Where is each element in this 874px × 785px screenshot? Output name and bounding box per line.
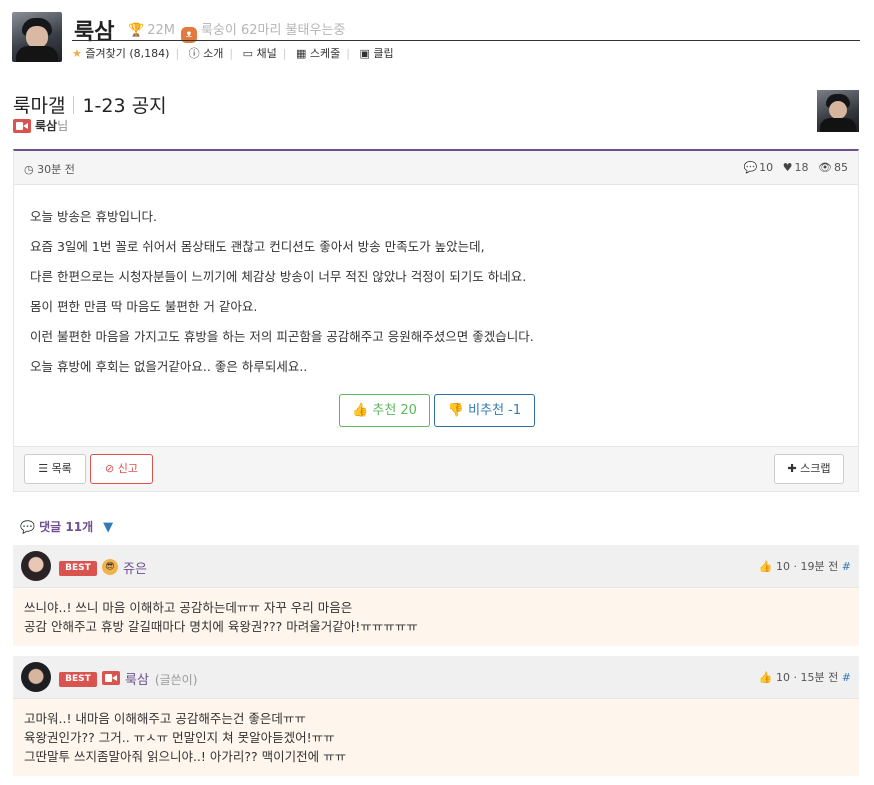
post-title-text: 1-23 공지 <box>82 95 167 117</box>
comment-header: BEST 룩삼 (글쓴이) 👍 10 · 15분 전 # <box>13 656 859 699</box>
calendar-icon: ▦ <box>296 47 307 60</box>
best-badge: BEST <box>59 561 97 576</box>
fan-count: 22M <box>147 23 175 38</box>
comment-icon: 💬 <box>743 161 758 174</box>
commenter-avatar[interactable] <box>21 662 51 692</box>
eye-icon: 👁 <box>818 161 832 174</box>
channel-avatar[interactable] <box>12 12 62 62</box>
post-line: 이런 불편한 마음을 가지고도 휴방을 하는 저의 피곤함을 공감해주고 응원해… <box>30 329 534 344</box>
post-title: 룩마갤 1-23 공지 <box>13 91 167 118</box>
comment-permalink[interactable]: # <box>842 560 851 573</box>
emoji-badge-icon: 😎 <box>102 559 118 575</box>
streamer-camera-icon <box>102 671 120 685</box>
downvote-button[interactable]: 👎 비추천 -1 <box>434 394 535 427</box>
post-body: 오늘 방송은 휴방입니다. 요즘 3일에 1번 꼴로 쉬어서 몸상태도 괜찮고 … <box>14 185 858 382</box>
list-icon: ☰ <box>38 462 49 475</box>
author-name[interactable]: 룩삼 <box>35 119 57 133</box>
post-category[interactable]: 룩마갤 <box>13 95 65 117</box>
comment-like-icon[interactable]: 👍 <box>759 560 773 573</box>
star-icon: ★ <box>72 47 82 60</box>
heart-icon: ♥ <box>782 161 793 174</box>
thumbs-up-icon: 👍 <box>352 403 369 418</box>
post-meta-bar: ◷ 30분 전 💬 10 ♥ 18 👁 85 <box>14 151 858 185</box>
post-time: ◷ 30분 전 <box>24 163 75 176</box>
post-line: 요즘 3일에 1번 꼴로 쉬어서 몸상태도 괜찮고 컨디션도 좋아서 방송 만족… <box>30 239 485 254</box>
channel-link[interactable]: ▭ 채널 <box>243 47 277 60</box>
post-line: 오늘 휴방에 후회는 없을거같아요.. 좋은 하루되세요.. <box>30 359 308 374</box>
author-avatar[interactable] <box>817 90 859 132</box>
clock-icon: ◷ <box>24 163 34 176</box>
info-icon: ⓘ <box>188 47 200 60</box>
comment-body: 고마워..! 내마음 이해해주고 공감해주는건 좋은데ㅠㅠ 육왕권인가?? 그거… <box>13 699 859 776</box>
comment-header: BEST 😎 쥬은 👍 10 · 19분 전 # <box>13 545 859 588</box>
post-stats: 💬 10 ♥ 18 👁 85 <box>743 161 848 174</box>
comments-header: 💬 댓글 11개 ▼ <box>20 520 114 535</box>
header-divider <box>72 40 860 41</box>
comment-meta: 👍 10 · 19분 전 # <box>758 560 851 573</box>
channel-name[interactable]: 룩삼 <box>74 14 114 46</box>
scrap-button[interactable]: ✚ 스크랩 <box>774 454 844 484</box>
channel-status: 룩숭이 62마리 불태우는중 <box>200 23 346 38</box>
clip-link[interactable]: ▣ 클립 <box>360 47 394 60</box>
film-icon: ▣ <box>359 47 370 60</box>
upvote-button[interactable]: 👍 추천 20 <box>339 394 430 427</box>
streamer-camera-icon <box>13 119 31 133</box>
commenter-avatar[interactable] <box>21 551 51 581</box>
best-badge: BEST <box>59 672 97 687</box>
comment-item: BEST 룩삼 (글쓴이) 👍 10 · 15분 전 # 고마워..! 내마음 이… <box>13 656 859 776</box>
comment-permalink[interactable]: # <box>842 671 851 684</box>
comments-toggle[interactable]: ▼ <box>103 520 113 535</box>
channel-links: ★ 즐겨찾기 (8,184) | ⓘ 소개 | ▭ 채널 | ▦ 스케줄 | ▣ 클립 <box>72 47 394 60</box>
channel-header: 룩삼 🏆 22M ᴥ 룩숭이 62마리 불태우는중 ★ 즐겨찾기 (8,184) | ⓘ… <box>12 10 860 65</box>
post-author: 룩삼님 <box>13 117 68 134</box>
intro-link[interactable]: ⓘ 소개 <box>189 47 224 60</box>
report-icon: ⊘ <box>105 462 115 475</box>
writer-tag: (글쓴이) <box>154 673 198 687</box>
trophy-icon: 🏆 <box>128 23 145 38</box>
favorite-link[interactable]: ★ 즐겨찾기 (8,184) <box>72 47 169 60</box>
post-line: 다른 한편으로는 시청자분들이 느끼기에 체감상 방송이 너무 적진 않았나 걱… <box>30 269 527 284</box>
thumbs-down-icon: 👎 <box>447 403 465 418</box>
comment-like-icon[interactable]: 👍 <box>759 671 773 684</box>
list-button[interactable]: ☰ 목록 <box>24 454 86 484</box>
comment-item: BEST 😎 쥬은 👍 10 · 19분 전 # 쓰니야..! 쓰니 마음 이해… <box>13 545 859 646</box>
twitch-icon: ▭ <box>242 47 254 60</box>
plus-icon: ✚ <box>787 462 797 475</box>
post-actions: ☰ 목록 ⊘ 신고 ✚ 스크랩 <box>13 447 859 492</box>
post-panel: ◷ 30분 전 💬 10 ♥ 18 👁 85 오늘 방송은 휴방입니다. 요즘 3일에… <box>13 149 859 447</box>
comment-body: 쓰니야..! 쓰니 마음 이해하고 공감하는데ㅠㅠ 자꾸 우리 마음은 공감 안… <box>13 588 859 646</box>
post-line: 몸이 편한 만큼 딱 마음도 불편한 거 같아요. <box>30 299 258 314</box>
report-button[interactable]: ⊘ 신고 <box>90 454 153 484</box>
commenter-name[interactable]: 쥬은 <box>123 558 147 577</box>
comment-meta: 👍 10 · 15분 전 # <box>758 671 851 684</box>
commenter-name[interactable]: 룩삼 (글쓴이) <box>125 669 197 688</box>
schedule-link[interactable]: ▦ 스케줄 <box>296 47 340 60</box>
comments-icon: 💬 <box>20 520 35 534</box>
post-line: 오늘 방송은 휴방입니다. <box>30 209 157 224</box>
